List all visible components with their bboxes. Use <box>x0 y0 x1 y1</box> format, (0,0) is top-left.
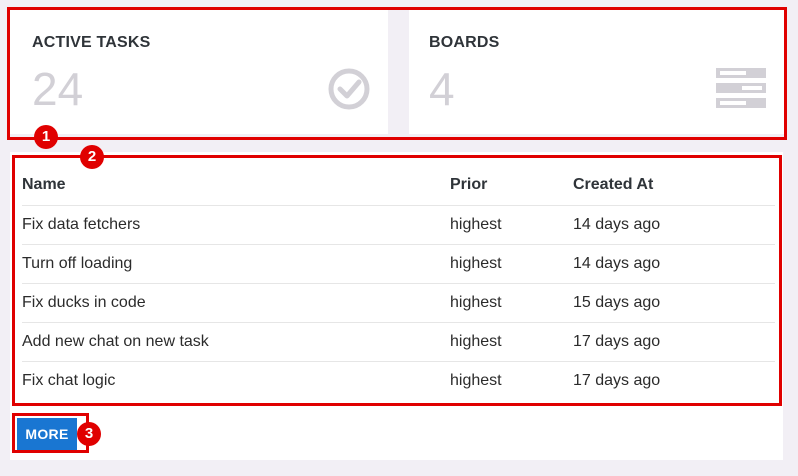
tasks-table: Name Prior Created At Fix data fetchers … <box>22 164 775 400</box>
column-header-created[interactable]: Created At <box>573 164 775 205</box>
check-circle-icon <box>328 68 370 110</box>
table-row[interactable]: Fix ducks in code highest 15 days ago <box>22 282 775 322</box>
active-tasks-title: ACTIVE TASKS <box>32 34 151 51</box>
boards-count: 4 <box>429 63 455 115</box>
table-row[interactable]: Add new chat on new task highest 17 days… <box>22 321 775 361</box>
active-tasks-card: ACTIVE TASKS 24 <box>10 10 388 134</box>
task-name-cell: Fix chat logic <box>22 360 450 400</box>
table-row[interactable]: Turn off loading highest 14 days ago <box>22 243 775 283</box>
table-header-row: Name Prior Created At <box>22 164 775 205</box>
task-created-cell: 14 days ago <box>573 204 775 244</box>
boards-list-icon <box>716 68 766 108</box>
annotation-marker-1: 1 <box>34 125 58 149</box>
annotation-marker-2: 2 <box>80 145 104 169</box>
tasks-table-card: Name Prior Created At Fix data fetchers … <box>10 152 783 460</box>
active-tasks-count: 24 <box>32 63 84 115</box>
boards-card: BOARDS 4 <box>409 10 786 134</box>
task-created-cell: 17 days ago <box>573 360 775 400</box>
column-header-prior[interactable]: Prior <box>450 164 573 205</box>
table-row[interactable]: Fix data fetchers highest 14 days ago <box>22 204 775 244</box>
task-name-cell: Turn off loading <box>22 243 450 283</box>
annotation-marker-3: 3 <box>77 422 101 446</box>
more-button[interactable]: MORE <box>17 418 77 450</box>
boards-title: BOARDS <box>429 34 500 51</box>
task-name-cell: Add new chat on new task <box>22 321 450 361</box>
table-row[interactable]: Fix chat logic highest 17 days ago <box>22 360 775 400</box>
task-created-cell: 14 days ago <box>573 243 775 283</box>
task-created-cell: 17 days ago <box>573 321 775 361</box>
task-prior-cell: highest <box>450 204 573 244</box>
task-prior-cell: highest <box>450 282 573 322</box>
column-header-name[interactable]: Name <box>22 164 450 205</box>
task-name-cell: Fix data fetchers <box>22 204 450 244</box>
task-prior-cell: highest <box>450 360 573 400</box>
task-name-cell: Fix ducks in code <box>22 282 450 322</box>
task-prior-cell: highest <box>450 243 573 283</box>
task-created-cell: 15 days ago <box>573 282 775 322</box>
task-prior-cell: highest <box>450 321 573 361</box>
